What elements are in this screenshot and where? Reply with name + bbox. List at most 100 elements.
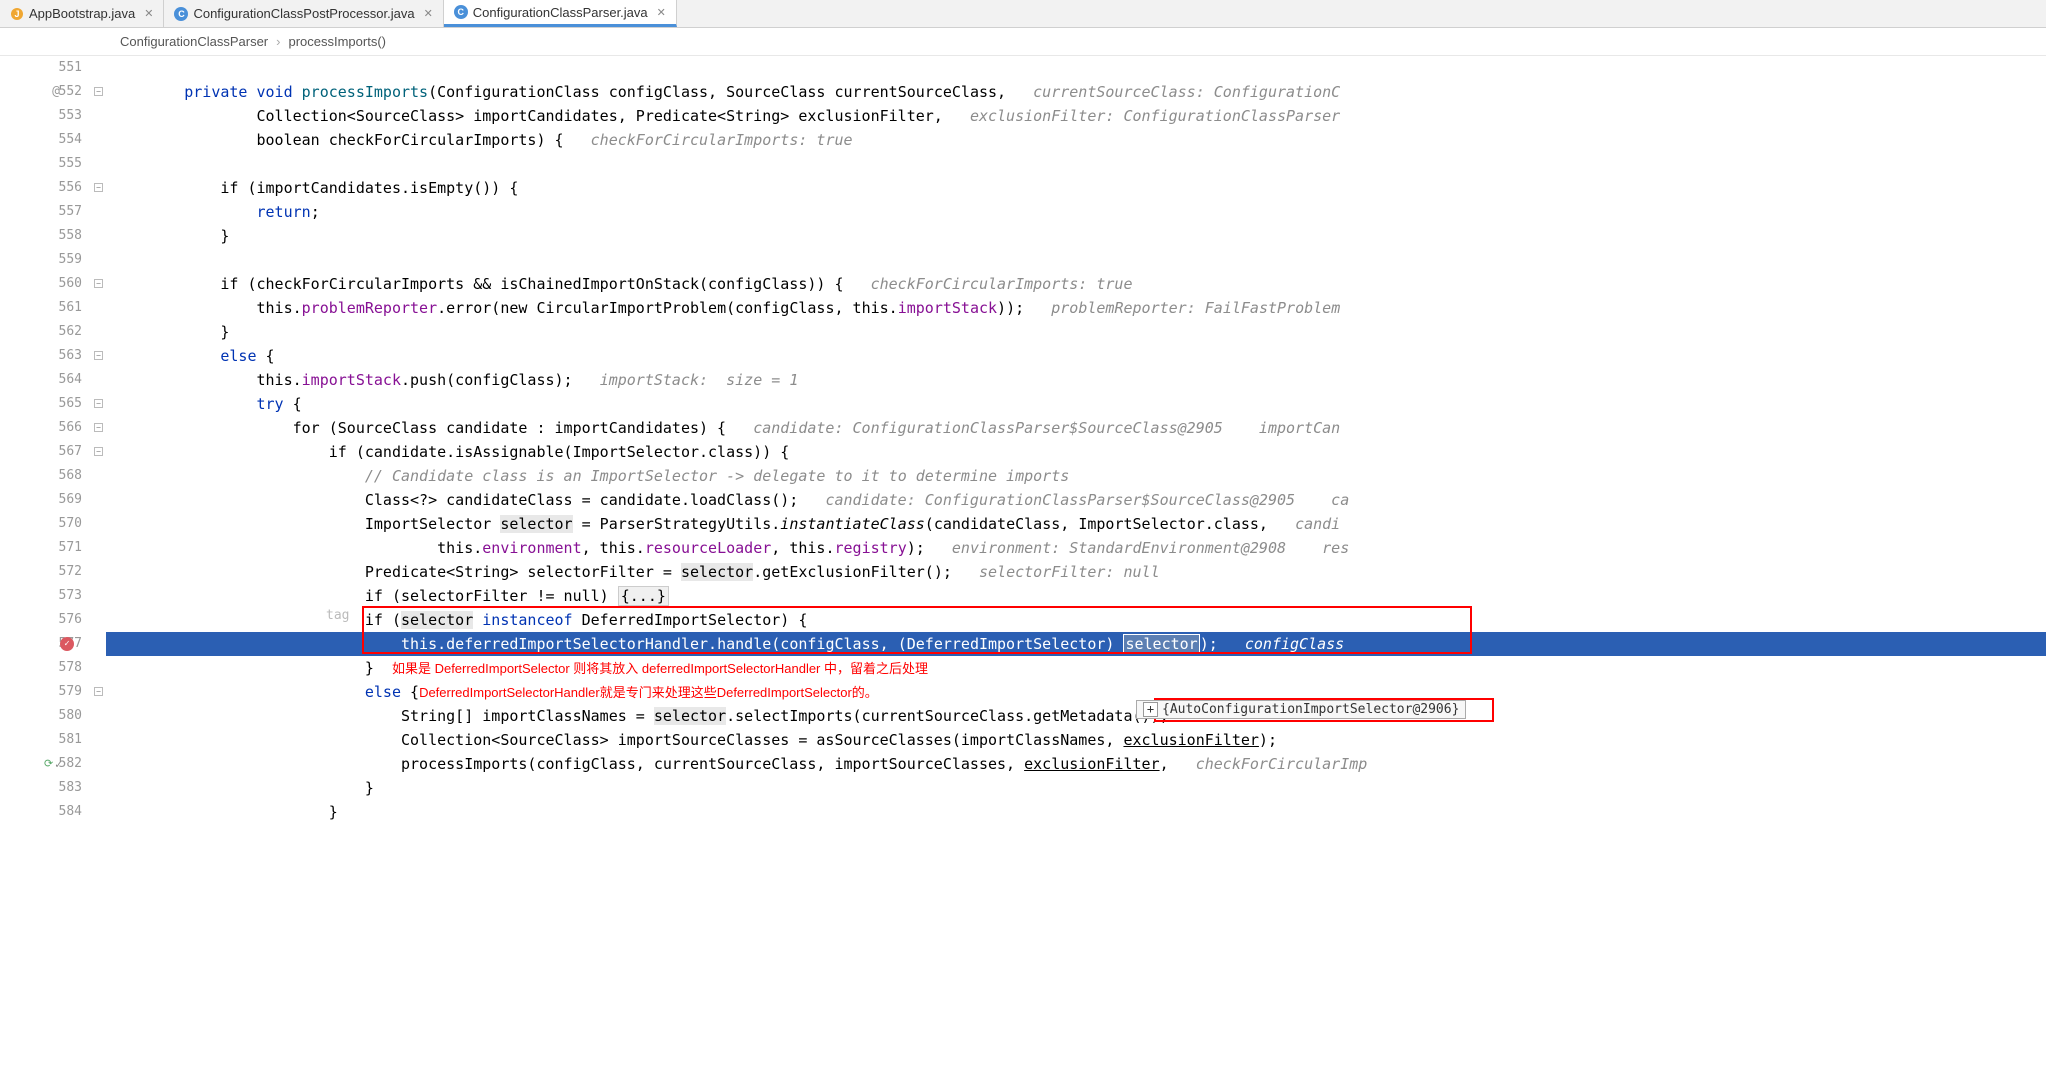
fold-icon[interactable]: −: [94, 423, 103, 432]
line-number[interactable]: 573: [0, 584, 92, 608]
code-line: // Candidate class is an ImportSelector …: [106, 464, 2046, 488]
line-number[interactable]: 553: [0, 104, 92, 128]
tooltip-value: {AutoConfigurationImportSelector@2906}: [1162, 702, 1459, 717]
fold-icon[interactable]: −: [94, 447, 103, 456]
line-number[interactable]: 565: [0, 392, 92, 416]
annotation-note: 如果是 DeferredImportSelector 则将其放入 deferre…: [374, 661, 928, 676]
line-number[interactable]: 564: [0, 368, 92, 392]
class-icon: C: [454, 5, 468, 19]
line-number[interactable]: 557: [0, 200, 92, 224]
line-number[interactable]: 571: [0, 536, 92, 560]
code-line: try {: [106, 392, 2046, 416]
line-number[interactable]: 566: [0, 416, 92, 440]
code-line: } 如果是 DeferredImportSelector 则将其放入 defer…: [106, 656, 2046, 680]
code-line: Class<?> candidateClass = candidate.load…: [106, 488, 2046, 512]
code-line: }: [106, 800, 2046, 824]
tab-label: ConfigurationClassParser.java: [473, 5, 648, 20]
check-icon: ✓: [55, 752, 62, 776]
breadcrumb-class[interactable]: ConfigurationClassParser: [120, 34, 268, 49]
code-line: ImportSelector selector = ParserStrategy…: [106, 512, 2046, 536]
debug-value-tooltip[interactable]: + {AutoConfigurationImportSelector@2906}: [1136, 700, 1466, 719]
tab-configpostprocessor[interactable]: C ConfigurationClassPostProcessor.java ✕: [164, 0, 443, 27]
code-line: return;: [106, 200, 2046, 224]
close-icon[interactable]: ✕: [424, 7, 433, 20]
line-number[interactable]: 572: [0, 560, 92, 584]
line-number[interactable]: 581: [0, 728, 92, 752]
line-number[interactable]: 558: [0, 224, 92, 248]
run-icon[interactable]: ⟳: [44, 752, 53, 776]
fold-icon[interactable]: −: [94, 87, 103, 96]
line-number[interactable]: 568: [0, 464, 92, 488]
line-number[interactable]: 580: [0, 704, 92, 728]
override-marker[interactable]: @: [52, 80, 60, 104]
fold-icon[interactable]: −: [94, 279, 103, 288]
line-number[interactable]: 551: [0, 56, 92, 80]
execution-line: this.deferredImportSelectorHandler.handl…: [106, 632, 2046, 656]
code-line: if (candidate.isAssignable(ImportSelecto…: [106, 440, 2046, 464]
fold-icon[interactable]: −: [94, 399, 103, 408]
fold-column: − − − − − − − −: [92, 56, 106, 1080]
tab-label: ConfigurationClassPostProcessor.java: [193, 6, 414, 21]
line-number[interactable]: 577: [0, 632, 92, 656]
code-line: this.environment, this.resourceLoader, t…: [106, 536, 2046, 560]
tab-appbootstrap[interactable]: J AppBootstrap.java ✕: [0, 0, 164, 27]
code-line: Predicate<String> selectorFilter = selec…: [106, 560, 2046, 584]
line-number[interactable]: 569: [0, 488, 92, 512]
breadcrumb: ConfigurationClassParser › processImport…: [0, 28, 2046, 56]
code-line: Collection<SourceClass> importSourceClas…: [106, 728, 2046, 752]
tab-label: AppBootstrap.java: [29, 6, 135, 21]
code-line: Collection<SourceClass> importCandidates…: [106, 104, 2046, 128]
java-icon: J: [10, 7, 24, 21]
code-line: private void processImports(Configuratio…: [106, 80, 2046, 104]
line-number[interactable]: 560: [0, 272, 92, 296]
code-line: this.importStack.push(configClass); impo…: [106, 368, 2046, 392]
code-line: if (importCandidates.isEmpty()) {: [106, 176, 2046, 200]
breakpoint-icon[interactable]: [60, 637, 74, 651]
expand-icon[interactable]: +: [1143, 702, 1158, 717]
line-number[interactable]: 563: [0, 344, 92, 368]
fold-icon[interactable]: −: [94, 351, 103, 360]
line-number[interactable]: 584: [0, 800, 92, 824]
fold-icon[interactable]: −: [94, 183, 103, 192]
code-line: }: [106, 776, 2046, 800]
close-icon[interactable]: ✕: [657, 6, 666, 19]
gutter[interactable]: 551 552@ 553 554 555 556 557 558 559 560…: [0, 56, 92, 1080]
fold-icon[interactable]: −: [94, 687, 103, 696]
annotation-note: DeferredImportSelectorHandler就是专门来处理这些De…: [419, 685, 878, 700]
code-line: if (checkForCircularImports && isChained…: [106, 272, 2046, 296]
svg-text:J: J: [14, 9, 19, 19]
code-line: }: [106, 320, 2046, 344]
line-number[interactable]: 562: [0, 320, 92, 344]
line-number[interactable]: 559: [0, 248, 92, 272]
line-number[interactable]: 567: [0, 440, 92, 464]
line-number[interactable]: 552@: [0, 80, 92, 104]
line-number[interactable]: 583: [0, 776, 92, 800]
code-line: [106, 248, 2046, 272]
class-icon: C: [174, 7, 188, 21]
code-line: String[] importClassNames = selector.sel…: [106, 704, 2046, 728]
code-line: this.problemReporter.error(new CircularI…: [106, 296, 2046, 320]
line-number[interactable]: 556: [0, 176, 92, 200]
code-area[interactable]: private void processImports(Configuratio…: [106, 56, 2046, 1080]
line-number[interactable]: 561: [0, 296, 92, 320]
code-line: [106, 152, 2046, 176]
line-number[interactable]: 555: [0, 152, 92, 176]
chevron-right-icon: ›: [276, 34, 280, 49]
line-number[interactable]: 576: [0, 608, 92, 632]
code-line: else {: [106, 344, 2046, 368]
code-line: processImports(configClass, currentSourc…: [106, 752, 2046, 776]
code-line: }: [106, 224, 2046, 248]
line-number[interactable]: 570: [0, 512, 92, 536]
breadcrumb-method[interactable]: processImports(): [288, 34, 386, 49]
editor-tabs: J AppBootstrap.java ✕ C ConfigurationCla…: [0, 0, 2046, 28]
code-line: for (SourceClass candidate : importCandi…: [106, 416, 2046, 440]
line-number[interactable]: 579: [0, 680, 92, 704]
code-editor[interactable]: 551 552@ 553 554 555 556 557 558 559 560…: [0, 56, 2046, 1080]
code-line: [106, 56, 2046, 80]
close-icon[interactable]: ✕: [144, 7, 153, 20]
code-line: if (selector instanceof DeferredImportSe…: [106, 608, 2046, 632]
line-number[interactable]: 554: [0, 128, 92, 152]
line-number[interactable]: 578: [0, 656, 92, 680]
tab-configparser[interactable]: C ConfigurationClassParser.java ✕: [444, 0, 677, 27]
line-number[interactable]: 582✓⟳: [0, 752, 92, 776]
